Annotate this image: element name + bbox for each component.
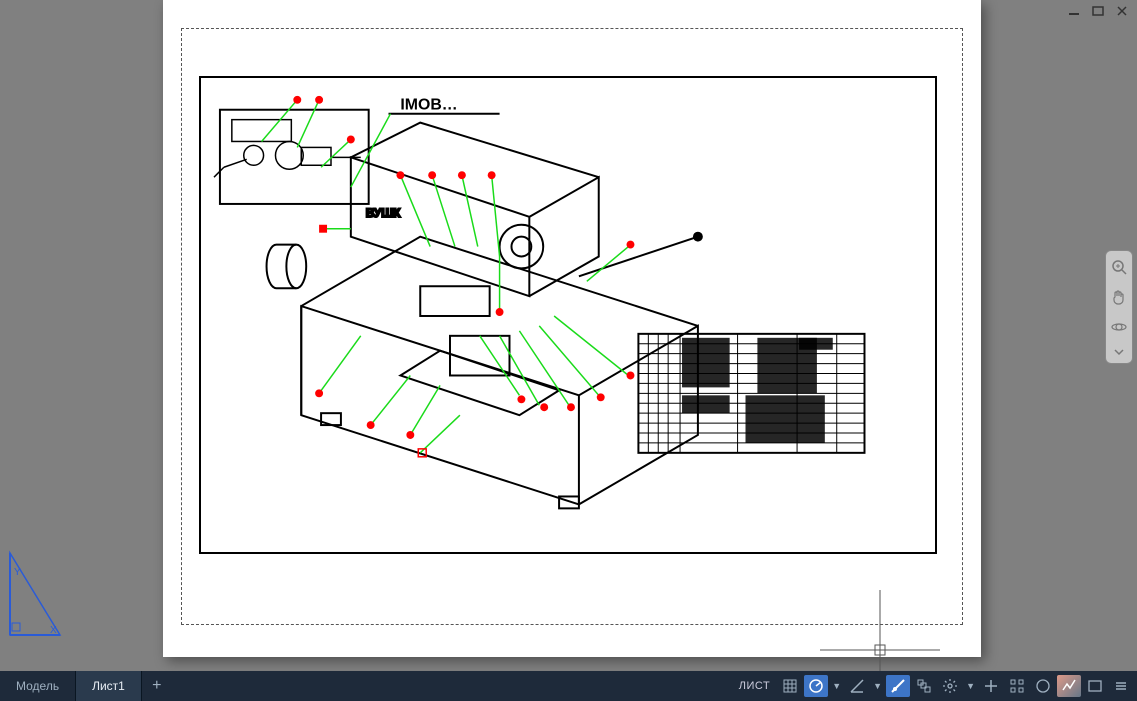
osnap-toggle-icon[interactable] [845,675,869,697]
machine-body: ВУШК [267,123,702,509]
drawing-title: IМОВ… [400,97,457,114]
grid-toggle-icon[interactable] [778,675,802,697]
tab-model-label: Модель [16,679,59,693]
otrack-toggle-icon[interactable] [886,675,910,697]
customization-menu-icon[interactable] [1109,675,1133,697]
svg-text:Y: Y [14,567,21,578]
svg-text:X: X [50,625,57,636]
maximize-button[interactable] [1089,4,1107,18]
orbit-icon[interactable] [1109,317,1129,337]
close-button[interactable] [1113,4,1131,18]
layout-tabs: Модель Лист1 + ЛИСТ ▼ ▼ ▼ [0,671,1137,701]
polar-dropdown-caret-icon[interactable]: ▼ [830,681,843,691]
ucs-icon: X Y [6,545,66,639]
polar-toggle-icon[interactable] [804,675,828,697]
settings-dropdown-caret-icon[interactable]: ▼ [964,681,977,691]
tab-sheet1-label: Лист1 [92,679,125,693]
isolate-objects-icon[interactable] [1031,675,1055,697]
tab-sheet1[interactable]: Лист1 [76,671,142,701]
space-mode-label[interactable]: ЛИСТ [733,680,776,692]
view-nav-panel [1105,250,1133,364]
detail-label: ВУШК [366,206,401,220]
tab-model[interactable]: Модель [0,671,76,701]
window-controls [1065,4,1131,18]
selection-cycling-icon[interactable] [912,675,936,697]
leader-lines [262,100,629,453]
graphics-performance-icon[interactable] [1057,675,1081,697]
grip-dots [293,96,634,457]
paper-sheet: IМОВ… ВУШК [163,0,981,657]
settings-gear-icon[interactable] [938,675,962,697]
minimize-button[interactable] [1065,4,1083,18]
technical-drawing: IМОВ… ВУШК [201,78,935,552]
tab-add-button[interactable]: + [142,671,172,701]
plus-icon: + [152,677,161,695]
zoom-extents-icon[interactable] [1109,257,1129,277]
crosshair-plus-icon[interactable] [979,675,1003,697]
pan-hand-icon[interactable] [1109,287,1129,307]
quick-properties-icon[interactable] [1005,675,1029,697]
drawing-canvas[interactable]: X Y IМОВ… [0,0,1137,671]
nav-caret-icon[interactable] [1109,347,1129,357]
drawing-frame: IМОВ… ВУШК [199,76,937,554]
osnap-dropdown-caret-icon[interactable]: ▼ [871,681,884,691]
title-block [638,334,864,453]
clean-screen-icon[interactable] [1083,675,1107,697]
status-bar: ЛИСТ ▼ ▼ ▼ [733,671,1133,701]
